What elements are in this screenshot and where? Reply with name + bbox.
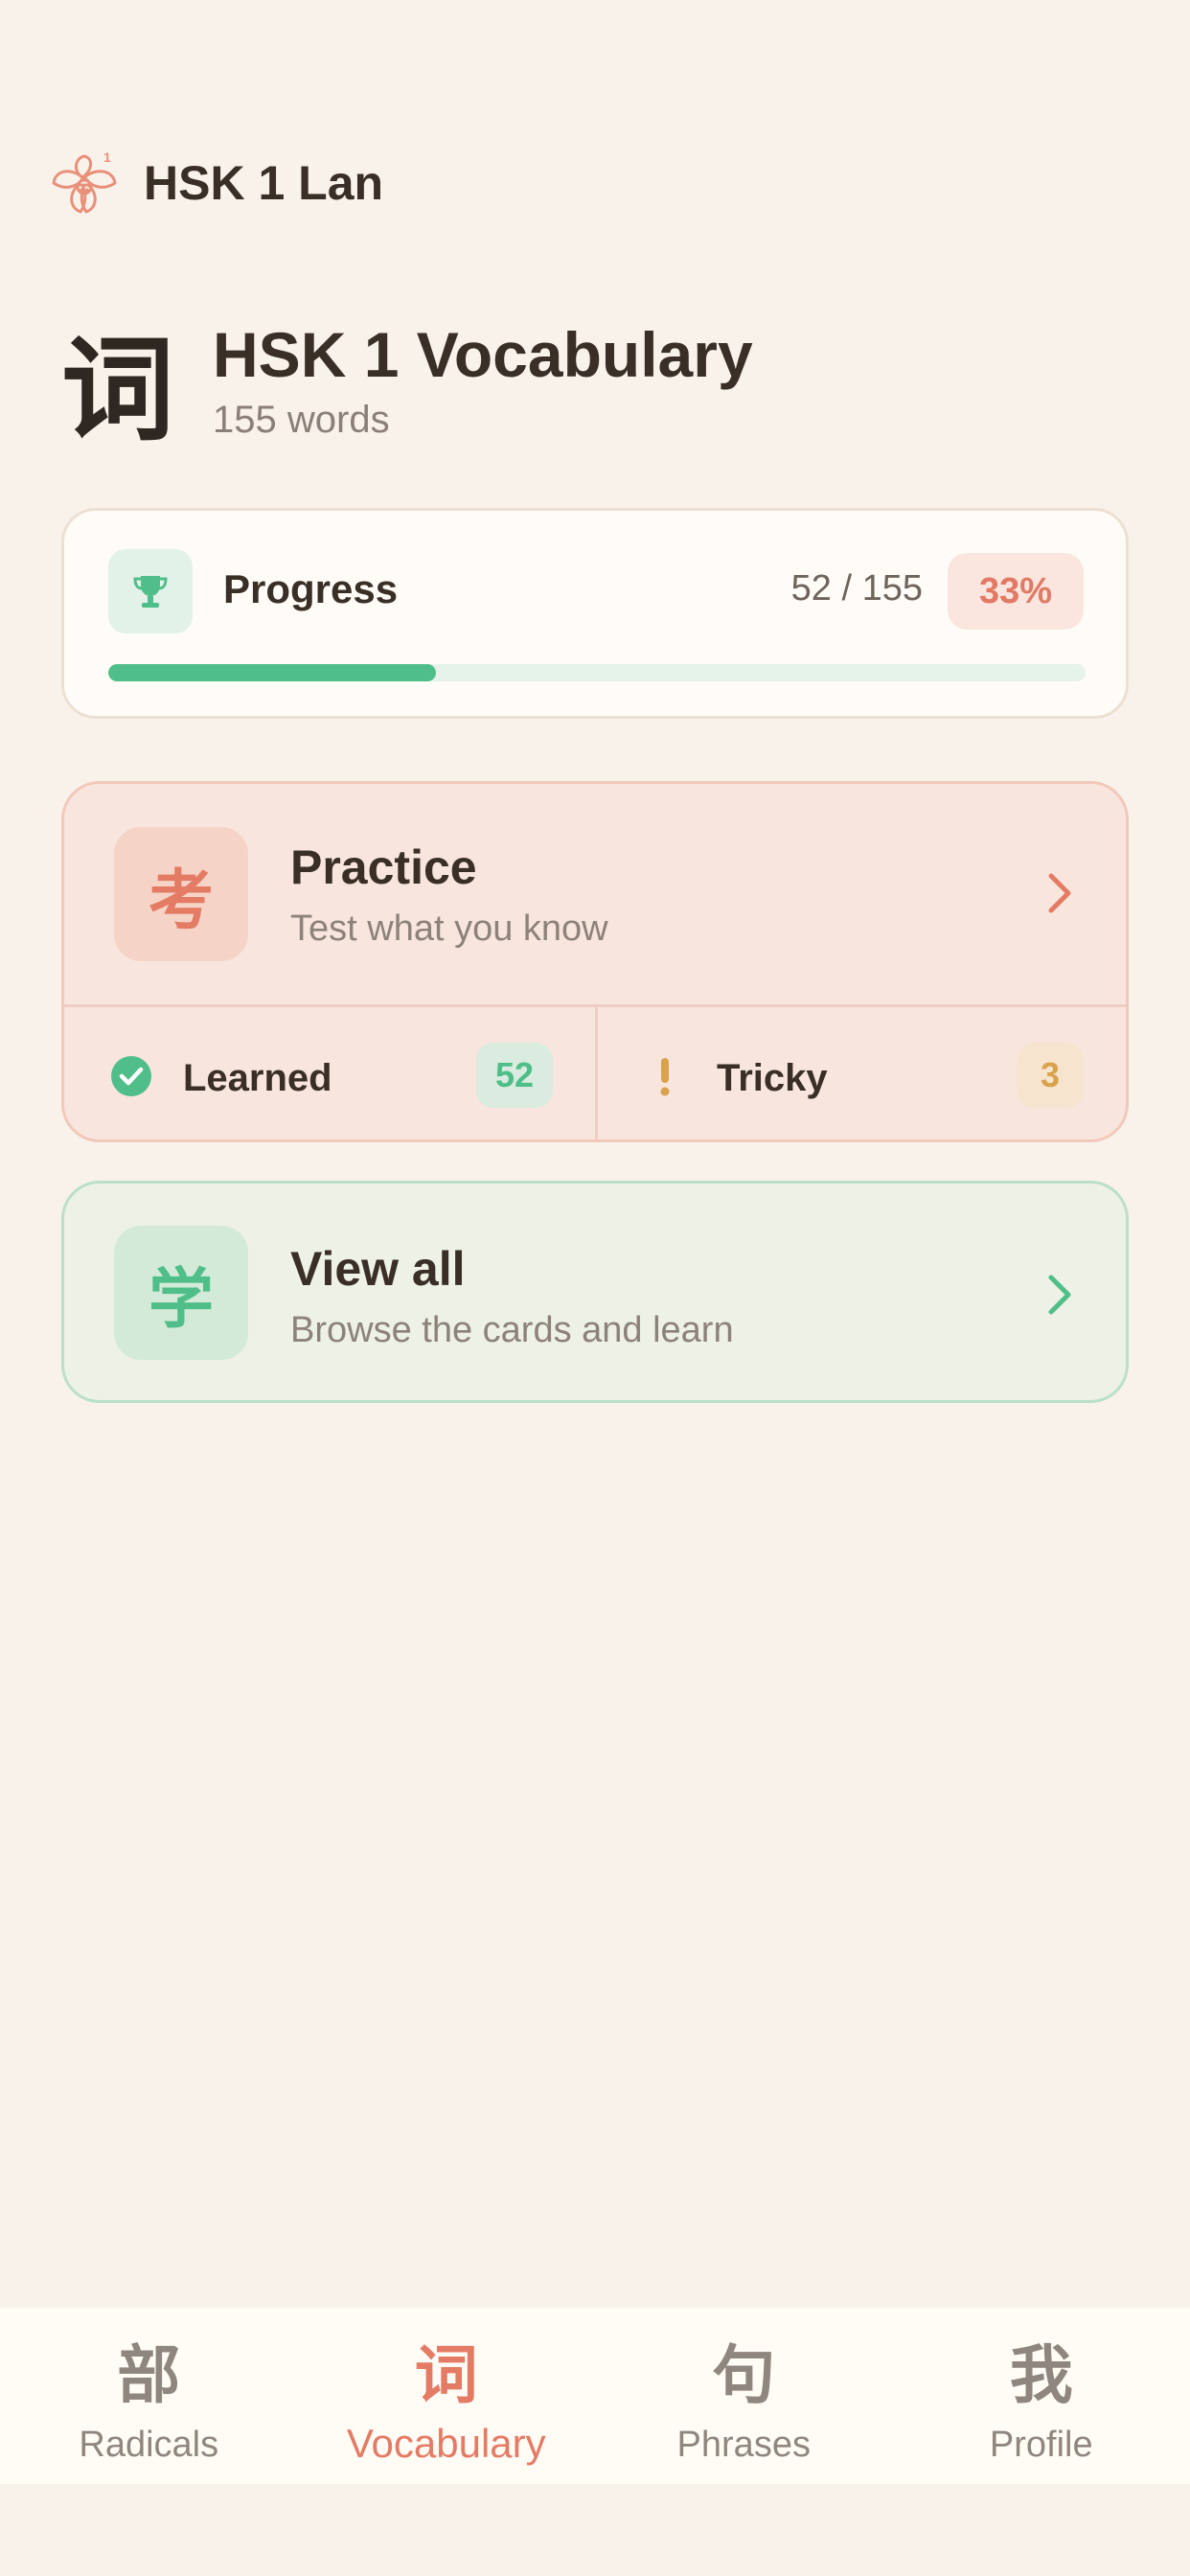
practice-subtitle: Test what you know [290,908,608,949]
nav-tab-label: Radicals [79,2425,219,2465]
tricky-stat[interactable]: Tricky 3 [595,1007,1126,1139]
svg-text:1: 1 [103,150,111,165]
progress-count: 52 / 155 [790,568,923,609]
page-title: HSK 1 Vocabulary [213,319,753,390]
practice-button[interactable]: 考 Practice Test what you know [64,784,1126,1004]
learned-stat[interactable]: Learned 52 [64,1007,595,1139]
progress-bar-fill [108,664,436,681]
tricky-label: Tricky [717,1057,828,1099]
progress-percent-badge: 33% [948,553,1084,630]
check-circle-icon [111,1056,151,1096]
view-all-glyph-icon: 学 [114,1226,248,1360]
progress-label: Progress [223,566,399,611]
chevron-right-icon [1048,1275,1071,1315]
nav-tab-vocabulary[interactable]: 词 Vocabulary [298,2308,596,2484]
nav-tab-phrases[interactable]: 句 Phrases [595,2308,893,2484]
nav-tab-radicals[interactable]: 部 Radicals [0,2308,298,2484]
profile-glyph-icon: 我 [1009,2338,1073,2412]
nav-tab-profile[interactable]: 我 Profile [893,2308,1190,2484]
trophy-icon [108,549,193,633]
orchid-logo-icon: 1 [48,149,121,218]
tricky-count-badge: 3 [1017,1043,1084,1108]
phrases-glyph-icon: 句 [712,2338,776,2412]
app-title: HSK 1 Lan [144,156,384,210]
chevron-right-icon [1048,873,1071,913]
vocabulary-glyph-icon: 词 [414,2338,478,2412]
progress-bar [108,664,1086,681]
radicals-glyph-icon: 部 [117,2338,181,2412]
view-all-title: View all [290,1242,466,1296]
nav-tab-label: Profile [989,2425,1093,2465]
view-all-button[interactable]: 学 View all Browse the cards and learn [61,1181,1129,1403]
bottom-nav: 部 Radicals 词 Vocabulary 句 Phrases 我 Prof… [0,2308,1190,2484]
section-glyph: 词 [61,324,175,456]
nav-tab-label: Vocabulary [346,2421,546,2466]
progress-card: Progress 52 / 155 33% [61,508,1129,719]
learned-count-badge: 52 [475,1043,553,1108]
app-header: 1 HSK 1 Lan [48,149,383,218]
learned-label: Learned [183,1057,332,1099]
section-header: 词 HSK 1 Vocabulary 155 words [61,316,753,447]
practice-glyph-icon: 考 [114,827,248,961]
nav-tab-label: Phrases [676,2425,811,2465]
practice-title: Practice [290,840,477,894]
exclamation-icon [660,1058,670,1096]
practice-card: 考 Practice Test what you know Learned 52… [61,781,1129,1142]
word-count: 155 words [213,399,390,441]
view-all-subtitle: Browse the cards and learn [290,1310,734,1350]
